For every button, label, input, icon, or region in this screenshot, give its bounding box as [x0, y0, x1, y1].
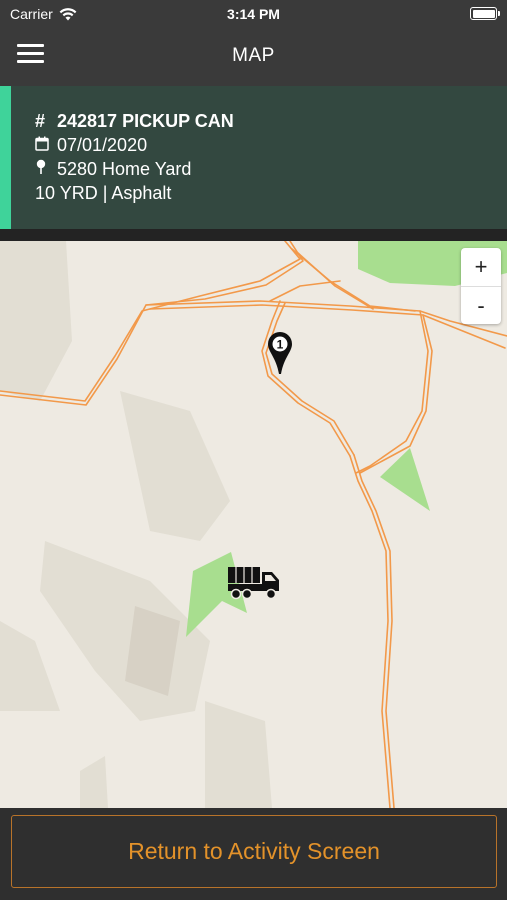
map-view[interactable] — [0, 241, 507, 808]
status-bar: Carrier 3:14 PM — [0, 0, 507, 28]
zoom-in-button[interactable]: + — [461, 248, 501, 286]
calendar-icon — [35, 135, 57, 156]
page-title: MAP — [232, 45, 275, 66]
job-location: 5280 Home Yard — [57, 159, 192, 179]
job-details-row: 10 YRD | Asphalt — [35, 183, 171, 204]
map-base-layer — [0, 241, 507, 808]
job-date-row: 07/01/2020 — [35, 135, 147, 156]
truck-location-icon[interactable] — [226, 564, 282, 600]
battery-icon — [470, 7, 500, 20]
hash-icon: # — [35, 111, 46, 131]
map-zoom-control: + - — [461, 248, 501, 324]
job-title-row: # 242817 PICKUP CAN — [35, 111, 234, 132]
location-pin-icon — [35, 159, 57, 180]
job-date: 07/01/2020 — [57, 135, 148, 155]
map-marker-pin-icon[interactable]: 1 — [266, 331, 294, 375]
zoom-out-button[interactable]: - — [461, 286, 501, 324]
status-time: 3:14 PM — [227, 6, 280, 22]
job-location-row: 5280 Home Yard — [35, 159, 191, 180]
job-card-accent-bar — [0, 86, 11, 229]
nav-bar: MAP — [0, 28, 507, 86]
job-details: 10 YRD | Asphalt — [35, 183, 172, 203]
section-divider — [0, 229, 507, 241]
job-title: 242817 PICKUP CAN — [57, 111, 234, 131]
job-card: # 242817 PICKUP CAN 07/01/2020 5280 Home… — [0, 86, 507, 229]
map-marker-label: 1 — [277, 338, 284, 352]
return-to-activity-button[interactable]: Return to Activity Screen — [11, 815, 497, 888]
footer: Return to Activity Screen — [0, 808, 507, 900]
